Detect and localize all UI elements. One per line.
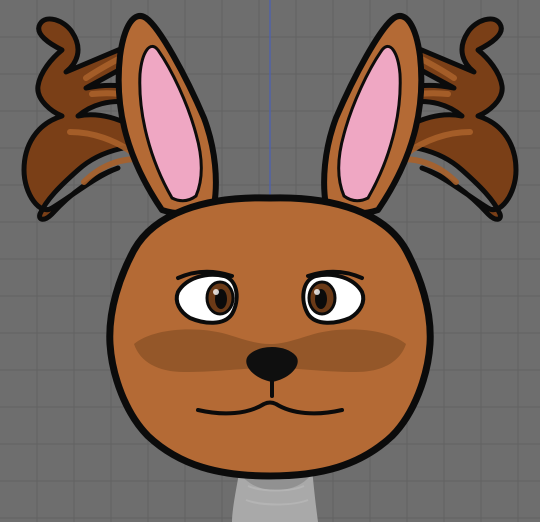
3d-viewport[interactable] bbox=[0, 0, 540, 522]
right-eye-catchlight bbox=[314, 289, 320, 295]
right-ear bbox=[321, 13, 425, 217]
jackalope-scene bbox=[21, 13, 519, 522]
left-ear bbox=[115, 13, 219, 217]
right-eye bbox=[301, 272, 366, 325]
left-eye bbox=[174, 272, 239, 325]
left-eye-catchlight bbox=[213, 289, 219, 295]
head bbox=[106, 194, 434, 480]
